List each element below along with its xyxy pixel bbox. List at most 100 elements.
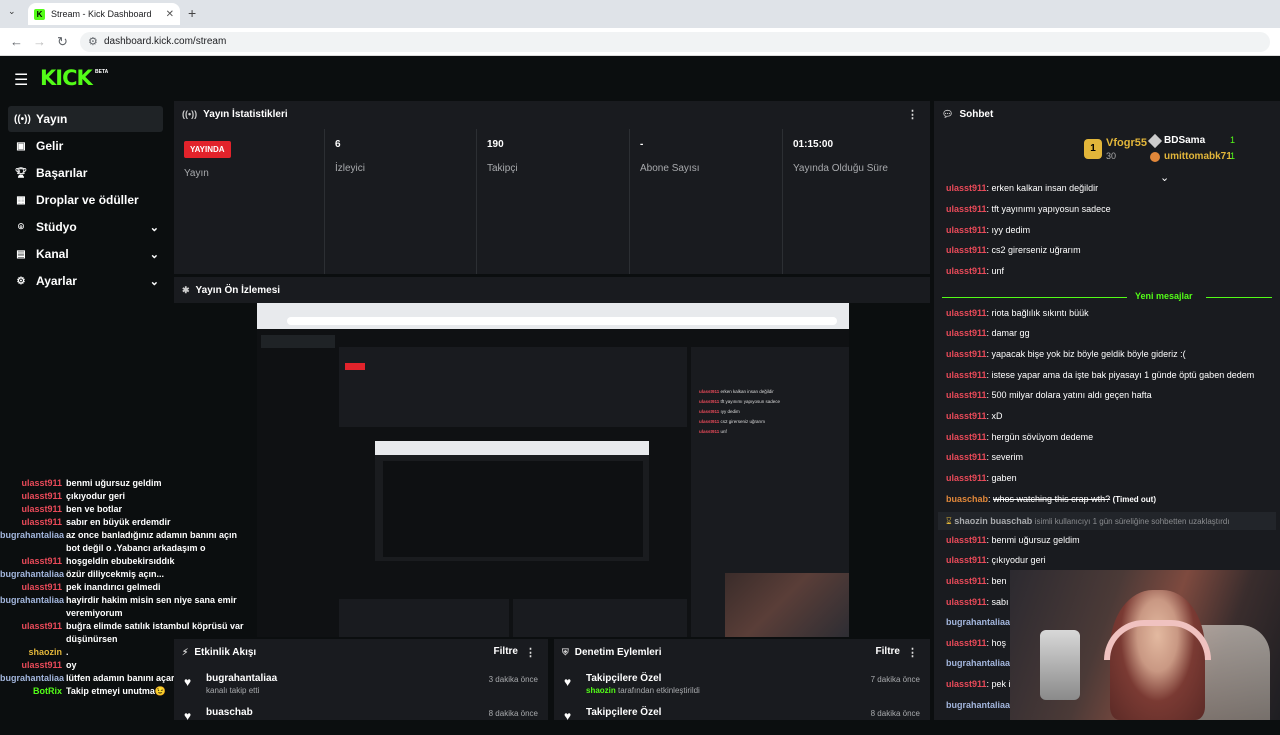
address-bar-row: ← → ↻ ⚙ dashboard.kick.com/stream (0, 28, 1280, 56)
chat-username[interactable]: buaschab (946, 494, 988, 504)
chat-message: xD (991, 411, 1003, 421)
close-tab-icon[interactable]: ✕ (166, 9, 174, 20)
sidebar-item-ayarlar[interactable]: ⚙ Ayarlar ⌄ (8, 268, 163, 294)
chat-username[interactable]: ulasst911 (946, 370, 987, 380)
reload-icon[interactable]: ↻ (57, 34, 68, 50)
chat-username[interactable]: ulasst911 (946, 452, 987, 462)
stat-value: 6 (335, 139, 341, 150)
sidebar-item-basarilar[interactable]: 🏆︎ Başarılar (8, 160, 163, 186)
chat-username[interactable]: ulasst911 (946, 328, 987, 338)
chat-message-row: ulasst911: riota bağlılık sıkıntı büük (946, 308, 1089, 318)
chat-username: bugrahantaliaa (0, 673, 65, 683)
chat-username[interactable]: ulasst911 (946, 411, 987, 421)
stream-preview-video[interactable]: ulasst911 erken kalkan insan değildir ul… (257, 303, 849, 637)
chat-username[interactable]: ulasst911 (946, 266, 987, 276)
chat-username[interactable]: ulasst911 (946, 204, 987, 214)
chat-username[interactable]: ulasst911 (946, 597, 987, 607)
gifter-name[interactable]: Vfogr55 (1106, 137, 1147, 149)
preview-mini-sidebar (261, 335, 335, 426)
url-text: dashboard.kick.com/stream (104, 36, 227, 47)
chevron-down-icon[interactable]: ⌄ (150, 275, 159, 288)
chat-username: ulasst911 (21, 556, 62, 566)
wallet-icon: ▣ (16, 140, 26, 152)
chat-message: çıkıyodur geri (66, 491, 126, 501)
heart-icon: ♥ (184, 709, 192, 723)
forward-icon[interactable]: → (33, 34, 46, 49)
chat-message: ben (991, 576, 1007, 586)
stat-uptime: 01:15:00 Yayında Olduğu Süre (782, 129, 930, 274)
chat-username[interactable]: ulasst911 (946, 473, 987, 483)
chat-username[interactable]: bugrahantaliaa (946, 700, 1010, 710)
sidebar-item-gelir[interactable]: ▣ Gelir (8, 133, 163, 159)
sidebar-item-studyo[interactable]: ⌾ Stüdyo ⌄ (8, 214, 163, 240)
chat-message: yapacak bişe yok biz böyle geldik böyle … (991, 349, 1186, 359)
chat-username[interactable]: ulasst911 (946, 349, 987, 359)
chat-message: riota bağlılık sıkıntı büük (991, 308, 1089, 318)
chevron-down-icon[interactable]: ⌄ (150, 221, 159, 234)
chat-username[interactable]: ulasst911 (946, 432, 987, 442)
expand-gifters-icon[interactable]: ⌄ (1160, 171, 1169, 184)
chat-username[interactable]: ulasst911 (946, 679, 987, 689)
chat-message-row: ulasst911: hoş (946, 638, 1007, 648)
url-field[interactable]: ⚙ dashboard.kick.com/stream (80, 32, 1270, 52)
broadcast-icon: ((•)) (14, 113, 31, 125)
preview-nested-screen (383, 461, 643, 557)
chat-username: ulasst911 (21, 491, 62, 501)
chat-username[interactable]: ulasst911 (946, 638, 987, 648)
sidebar-item-droplar[interactable]: ▦ Droplar ve ödüller (8, 187, 163, 213)
moderation-action: Takipçilere Özel (586, 707, 662, 718)
chat-username[interactable]: shaozin (954, 516, 988, 526)
chat-username[interactable]: ulasst911 (946, 535, 987, 545)
kebab-menu-icon[interactable]: ⋮ (907, 646, 918, 659)
chat-target-user[interactable]: buaschab (990, 516, 1032, 526)
chat-username: ulasst911 (21, 517, 62, 527)
chat-message: benmi uğursuz geldim (991, 535, 1080, 545)
chat-username[interactable]: ulasst911 (946, 390, 987, 400)
sidebar-item-label: Yayın (36, 112, 68, 126)
chat-message: tft yayınımı yapıyosun sadece (991, 204, 1111, 214)
chat-username[interactable]: ulasst911 (946, 225, 987, 235)
activity-user: buaschab (206, 707, 253, 718)
back-icon[interactable]: ← (10, 34, 23, 49)
preview-mini-chatline: ulasst911 tft yayınımı yapıyosun sadece (699, 399, 781, 404)
kebab-menu-icon[interactable]: ⋮ (907, 108, 918, 121)
chat-username[interactable]: bugrahantaliaa (946, 617, 1010, 627)
site-info-icon[interactable]: ⚙ (88, 35, 98, 48)
chat-message: pek i (991, 679, 1011, 689)
kebab-menu-icon[interactable]: ⋮ (525, 646, 536, 659)
studio-icon: ⌾ (18, 221, 24, 233)
menu-icon[interactable]: ☰ (14, 70, 28, 90)
chat-username[interactable]: ulasst911 (946, 183, 987, 193)
chat-username[interactable]: bugrahantaliaa (946, 658, 1010, 668)
chat-username[interactable]: ulasst911 (946, 308, 987, 318)
sidebar-item-yayin[interactable]: ((•)) Yayın (8, 106, 163, 132)
chevron-down-icon[interactable]: ⌄ (150, 248, 159, 261)
preview-mini-live-badge (345, 363, 365, 370)
kick-logo[interactable]: KICK (40, 66, 93, 90)
new-tab-button[interactable]: + (188, 5, 196, 21)
sidebar-item-kanal[interactable]: ▤ Kanal ⌄ (8, 241, 163, 267)
chat-message-row: ulasst911: tft yayınımı yapıyosun sadece (946, 204, 1111, 214)
gifter-name[interactable]: umittomabk71 (1164, 151, 1232, 162)
filter-button[interactable]: Filtre (494, 639, 518, 665)
browser-tab[interactable]: K Stream - Kick Dashboard ✕ (28, 3, 180, 25)
stat-label: İzleyici (335, 163, 366, 174)
preview-nested-bar (375, 441, 649, 455)
chat-username[interactable]: ulasst911 (946, 245, 987, 255)
camera-icon: ✱ (182, 284, 190, 295)
overlay-chat-line: ulasst911 pek inandırıcı gelmedi (0, 581, 250, 594)
moderation-panel: ⛨ Denetim Eylemleri Filtre ⋮ ♥ Takipçile… (554, 639, 930, 723)
tab-search-icon[interactable]: ⌄ (8, 6, 16, 17)
chat-message-row: buaschab: whos watching this crap wth? (… (946, 494, 1157, 504)
gifter-name[interactable]: BDSama (1164, 135, 1205, 146)
activity-title: Etkinlik Akışı (194, 646, 257, 658)
chat-username: ulasst911 (21, 582, 62, 592)
overlay-chat-line: ulasst911 ben ve botlar (0, 503, 250, 516)
chat-message: unf (991, 266, 1005, 276)
sidebar-item-label: Stüdyo (36, 220, 77, 234)
chat-username[interactable]: ulasst911 (946, 555, 987, 565)
filter-button[interactable]: Filtre (876, 639, 900, 665)
preview-mini-item (261, 413, 335, 426)
chat-message-row: ulasst911: ıyy dedim (946, 225, 1031, 235)
chat-username[interactable]: ulasst911 (946, 576, 987, 586)
